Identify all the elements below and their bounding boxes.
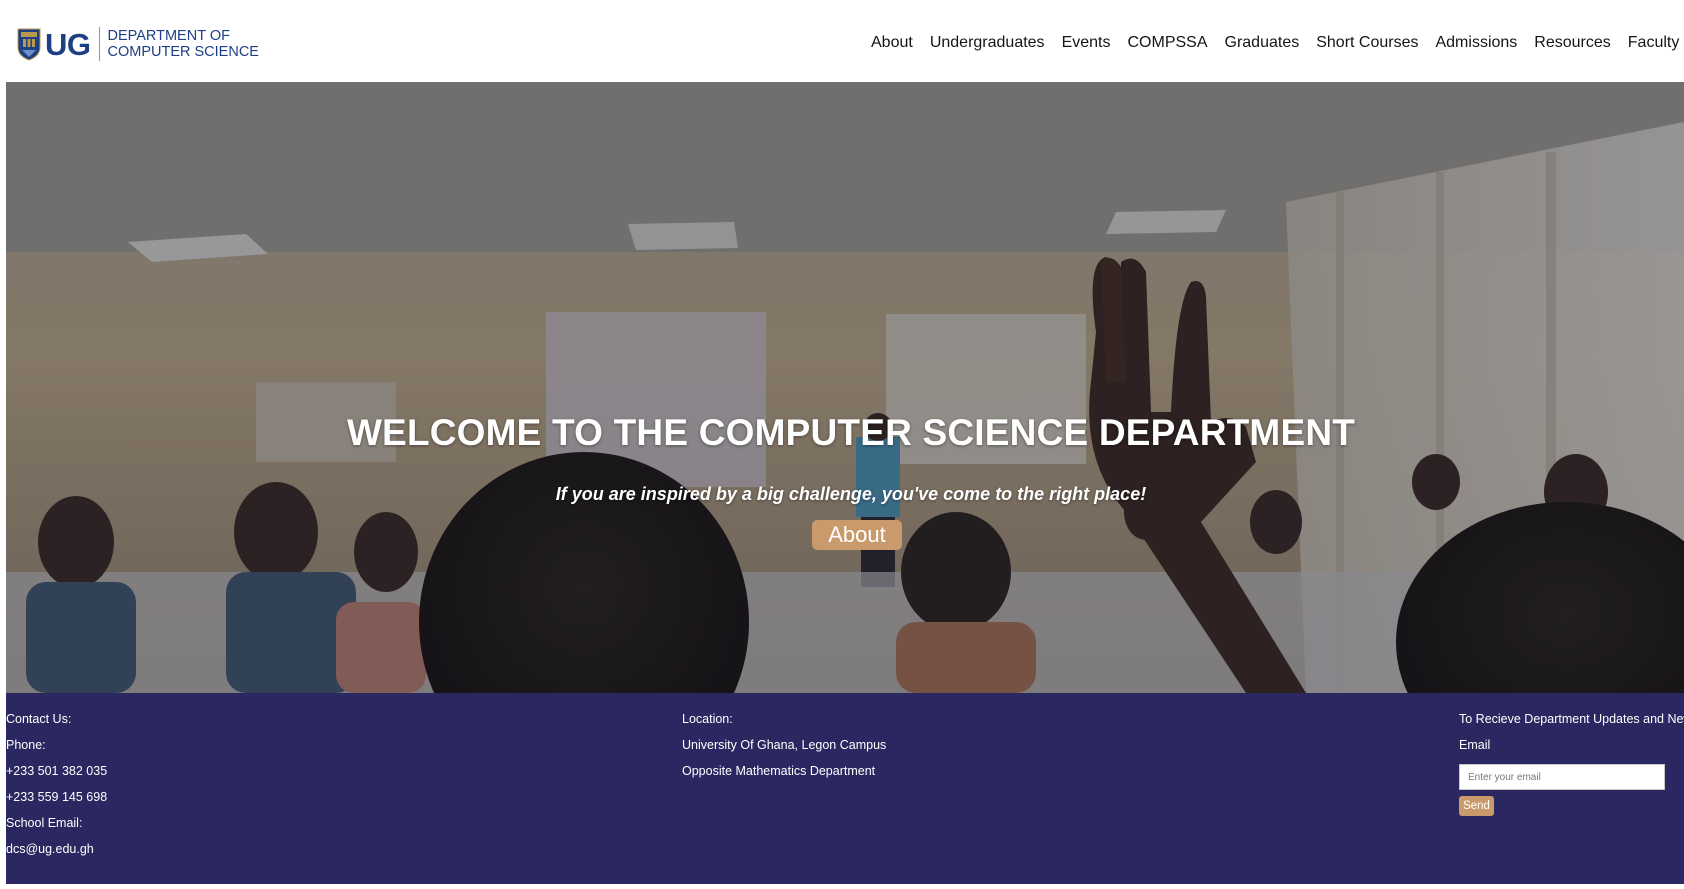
footer-location: Location: University Of Ghana, Legon Cam… <box>682 706 886 784</box>
hero-subtitle: If you are inspired by a big challenge, … <box>555 484 1147 504</box>
footer-subscribe: To Recieve Department Updates and News E… <box>1459 706 1684 816</box>
phone-number-2: +233 559 145 698 <box>6 790 108 804</box>
subscribe-email-input[interactable] <box>1459 764 1665 790</box>
nav-compssa[interactable]: COMPSSA <box>1127 34 1207 52</box>
location-line-1: University Of Ghana, Legon Campus <box>682 738 887 752</box>
ug-crest-icon <box>17 28 41 61</box>
nav-about[interactable]: About <box>871 34 913 52</box>
nav-faculty[interactable]: Faculty <box>1628 34 1680 52</box>
department-name-line2: COMPUTER SCIENCE <box>107 44 259 60</box>
nav-undergraduates[interactable]: Undergraduates <box>930 34 1045 52</box>
hero-about-button[interactable]: About <box>812 520 902 550</box>
nav-short-courses[interactable]: Short Courses <box>1316 34 1418 52</box>
nav-resources[interactable]: Resources <box>1534 34 1610 52</box>
ug-wordmark: UG <box>45 26 91 62</box>
nav-events[interactable]: Events <box>1062 34 1111 52</box>
contact-heading: Contact Us: <box>6 712 72 726</box>
site-footer: Contact Us: Phone: +233 501 382 035 +233… <box>6 693 1684 884</box>
ug-logo[interactable]: UG DEPARTMENT OF COMPUTER SCIENCE <box>17 26 259 62</box>
nav-graduates[interactable]: Graduates <box>1225 34 1300 52</box>
nav-admissions[interactable]: Admissions <box>1435 34 1517 52</box>
department-name: DEPARTMENT OF COMPUTER SCIENCE <box>108 28 259 60</box>
phone-label: Phone: <box>6 738 46 752</box>
site-header: UG DEPARTMENT OF COMPUTER SCIENCE About … <box>0 0 1684 82</box>
location-heading: Location: <box>682 712 733 726</box>
hero-title: WELCOME TO THE COMPUTER SCIENCE DEPARTME… <box>346 412 1356 453</box>
subscribe-email-label: Email <box>1459 738 1491 752</box>
phone-number-1: +233 501 382 035 <box>6 764 108 778</box>
hero-banner: WELCOME TO THE COMPUTER SCIENCE DEPARTME… <box>6 82 1684 693</box>
footer-contact: Contact Us: Phone: +233 501 382 035 +233… <box>6 706 107 862</box>
school-email: dcs@ug.edu.gh <box>6 842 94 856</box>
school-email-label: School Email: <box>6 816 83 830</box>
send-button[interactable]: Send <box>1459 796 1494 816</box>
department-name-line1: DEPARTMENT OF <box>107 28 230 44</box>
logo-divider <box>98 27 100 61</box>
subscribe-heading: To Recieve Department Updates and News <box>1459 712 1684 726</box>
location-line-2: Opposite Mathematics Department <box>682 764 876 778</box>
main-nav: About Undergraduates Events COMPSSA Grad… <box>871 34 1684 52</box>
hero-overlay <box>6 82 1684 693</box>
